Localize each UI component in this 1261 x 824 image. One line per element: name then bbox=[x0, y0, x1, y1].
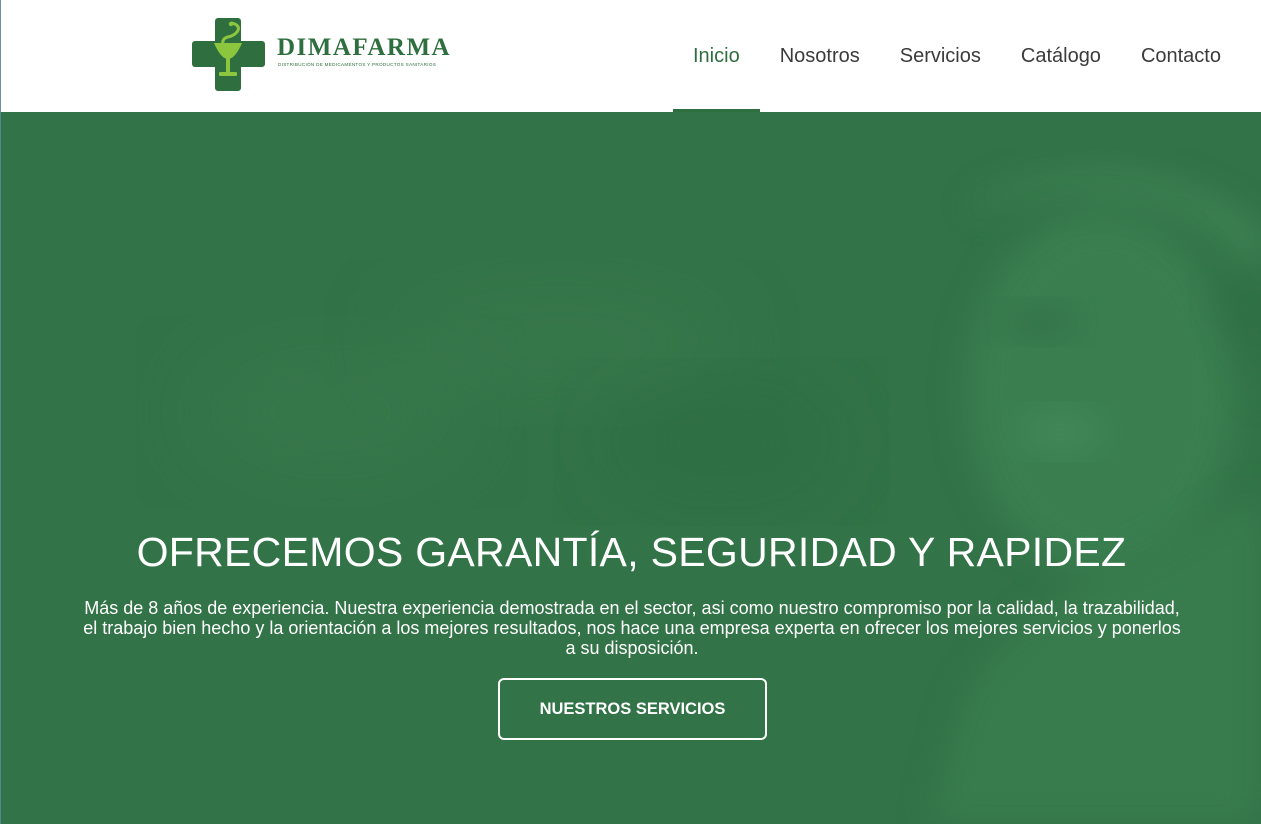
site-header: DIMAFARMA DISTRIBUCIÓN DE MEDICAMENTOS Y… bbox=[0, 0, 1261, 112]
pharmacy-cross-icon bbox=[192, 18, 265, 91]
brand-tagline: DISTRIBUCIÓN DE MEDICAMENTOS Y PRODUCTOS… bbox=[278, 62, 437, 67]
nav-item-catalogo[interactable]: Catálogo bbox=[1001, 0, 1121, 112]
site-logo[interactable]: DIMAFARMA DISTRIBUCIÓN DE MEDICAMENTOS Y… bbox=[191, 17, 451, 93]
hero-title: OFRECEMOS GARANTÍA, SEGURIDAD Y RAPIDEZ bbox=[136, 529, 1127, 575]
nav-item-servicios[interactable]: Servicios bbox=[880, 0, 1001, 112]
nav-item-contacto[interactable]: Contacto bbox=[1121, 0, 1241, 112]
main-nav: Inicio Nosotros Servicios Catálogo Conta… bbox=[673, 0, 1241, 112]
hero-description: Más de 8 años de experiencia. Nuestra ex… bbox=[83, 598, 1181, 658]
hero-section: OFRECEMOS GARANTÍA, SEGURIDAD Y RAPIDEZ … bbox=[0, 112, 1261, 824]
services-button[interactable]: NUESTROS SERVICIOS bbox=[498, 678, 767, 740]
nav-item-inicio[interactable]: Inicio bbox=[673, 0, 760, 112]
nav-item-nosotros[interactable]: Nosotros bbox=[760, 0, 880, 112]
brand-name: DIMAFARMA bbox=[277, 34, 452, 61]
